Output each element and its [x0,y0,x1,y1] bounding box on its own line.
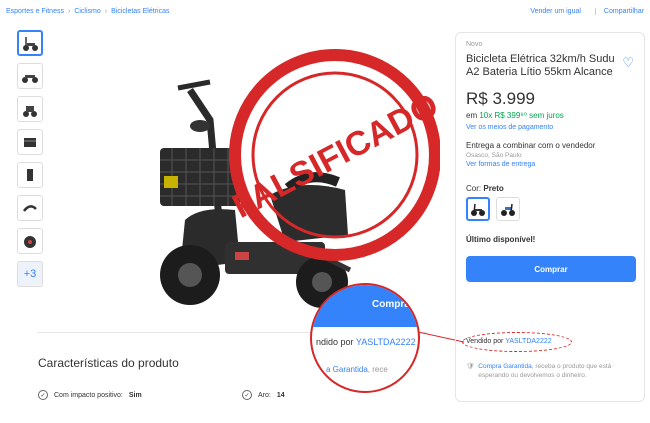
color-swatches [466,197,634,221]
characteristics-title: Características do produto [38,356,179,370]
thumbnail[interactable] [17,129,43,155]
zoom-guarantee: a Garantida, rece [326,365,388,374]
guarantee-text-block: Compra Garantida, receba o produto que e… [478,362,636,380]
breadcrumb: Esportes e Fitness › Ciclismo › Biciclet… [0,0,650,22]
color-swatch-alt[interactable] [496,197,520,221]
zoom-seller: ndido por YASLTDA2222 [316,337,416,347]
battery-thumb-image [27,169,33,181]
installments: em 10x R$ 399⁹⁰ sem juros [466,111,634,120]
scooter-thumb-image [23,37,38,51]
price: R$ 3.999 [466,89,535,108]
zoom-guarantee-link: a Garantida [326,365,368,374]
product-title: Bicicleta Elétrica 32km/h Sudu A2 Bateri… [466,53,615,78]
payment-methods-link[interactable]: Ver os meios de pagamento [466,124,634,131]
shipping-info: Entrega a combinar com o vendedor [466,141,596,150]
characteristic-item: ✓ Com impacto positivo: Sim [38,390,142,400]
thumbnail[interactable] [17,228,43,254]
breadcrumb-item[interactable]: Bicicletas Elétricas [111,8,169,15]
purchase-guarantee: 🛡 Compra Garantida, receba o produto que… [466,362,636,380]
zoom-guarantee-text: , rece [367,365,388,374]
check-icon: ✓ [38,390,48,400]
guarantee-link[interactable]: Compra Garantida [478,363,531,370]
characteristic-label: Com impacto positivo: [54,391,123,399]
thumbnail[interactable] [17,162,43,188]
characteristic-label: Aro: [258,391,271,399]
condition-label: Novo [466,41,483,48]
seller-prefix: Vendido por [466,338,506,345]
installments-prefix: em [466,111,480,120]
sell-similar-link[interactable]: Vender um igual [530,8,581,15]
characteristic-item: ✓ Aro: 14 [242,390,285,400]
stock-status: Último disponível! [466,235,536,244]
more-thumbnails[interactable]: +3 [17,261,43,287]
chevron-right-icon: › [104,7,108,15]
thumbnail[interactable] [17,195,43,221]
scooter-thumb-image [23,106,37,117]
check-icon: ✓ [242,390,252,400]
zoom-seller-name: YASLTDA2222 [355,337,416,347]
basket-thumb-image [24,138,36,147]
color-value: Preto [483,184,504,193]
seller-location: Osasco, São Paulo [466,152,522,159]
wheel-thumb-image [24,236,36,248]
seller-info: Vendido por YASLTDA2222 [466,338,552,345]
characteristic-value: Sim [128,391,142,399]
scooter-swatch-icon [501,203,515,216]
installments-value: 10x R$ 399⁹⁰ sem juros [479,111,564,120]
scooter-thumb-image [22,75,38,83]
color-selector-label: Cor: Preto [466,184,634,193]
shipping-options-link[interactable]: Ver formas de entrega [466,161,634,168]
breadcrumb-item[interactable]: Ciclismo [74,8,100,15]
chevron-right-icon: › [67,7,71,15]
scooter-swatch-icon [471,203,485,216]
breadcrumb-item[interactable]: Esportes e Fitness [6,8,64,15]
buy-button[interactable]: Comprar [466,256,636,282]
handlebar-thumb-image [23,205,37,212]
thumbnail-list: +3 [17,30,45,294]
color-swatch-black[interactable] [466,197,490,221]
heart-icon[interactable]: ♡ [622,55,634,71]
characteristic-value: 14 [276,391,285,399]
thumbnail[interactable] [17,63,43,89]
share-link[interactable]: Compartilhar [594,8,644,15]
thumbnail[interactable] [17,30,43,56]
color-label: Cor: [466,184,482,193]
seller-name-link[interactable]: YASLTDA2222 [505,338,551,345]
shield-icon: 🛡 [466,363,475,370]
zoom-buy-button: Compra [312,285,418,327]
thumbnail[interactable] [17,96,43,122]
header-actions: Vender um igual Compartilhar [530,8,644,15]
zoom-callout: Compra ndido por YASLTDA2222 a Garantida… [310,283,420,393]
zoom-seller-prefix: ndido por [316,337,356,347]
